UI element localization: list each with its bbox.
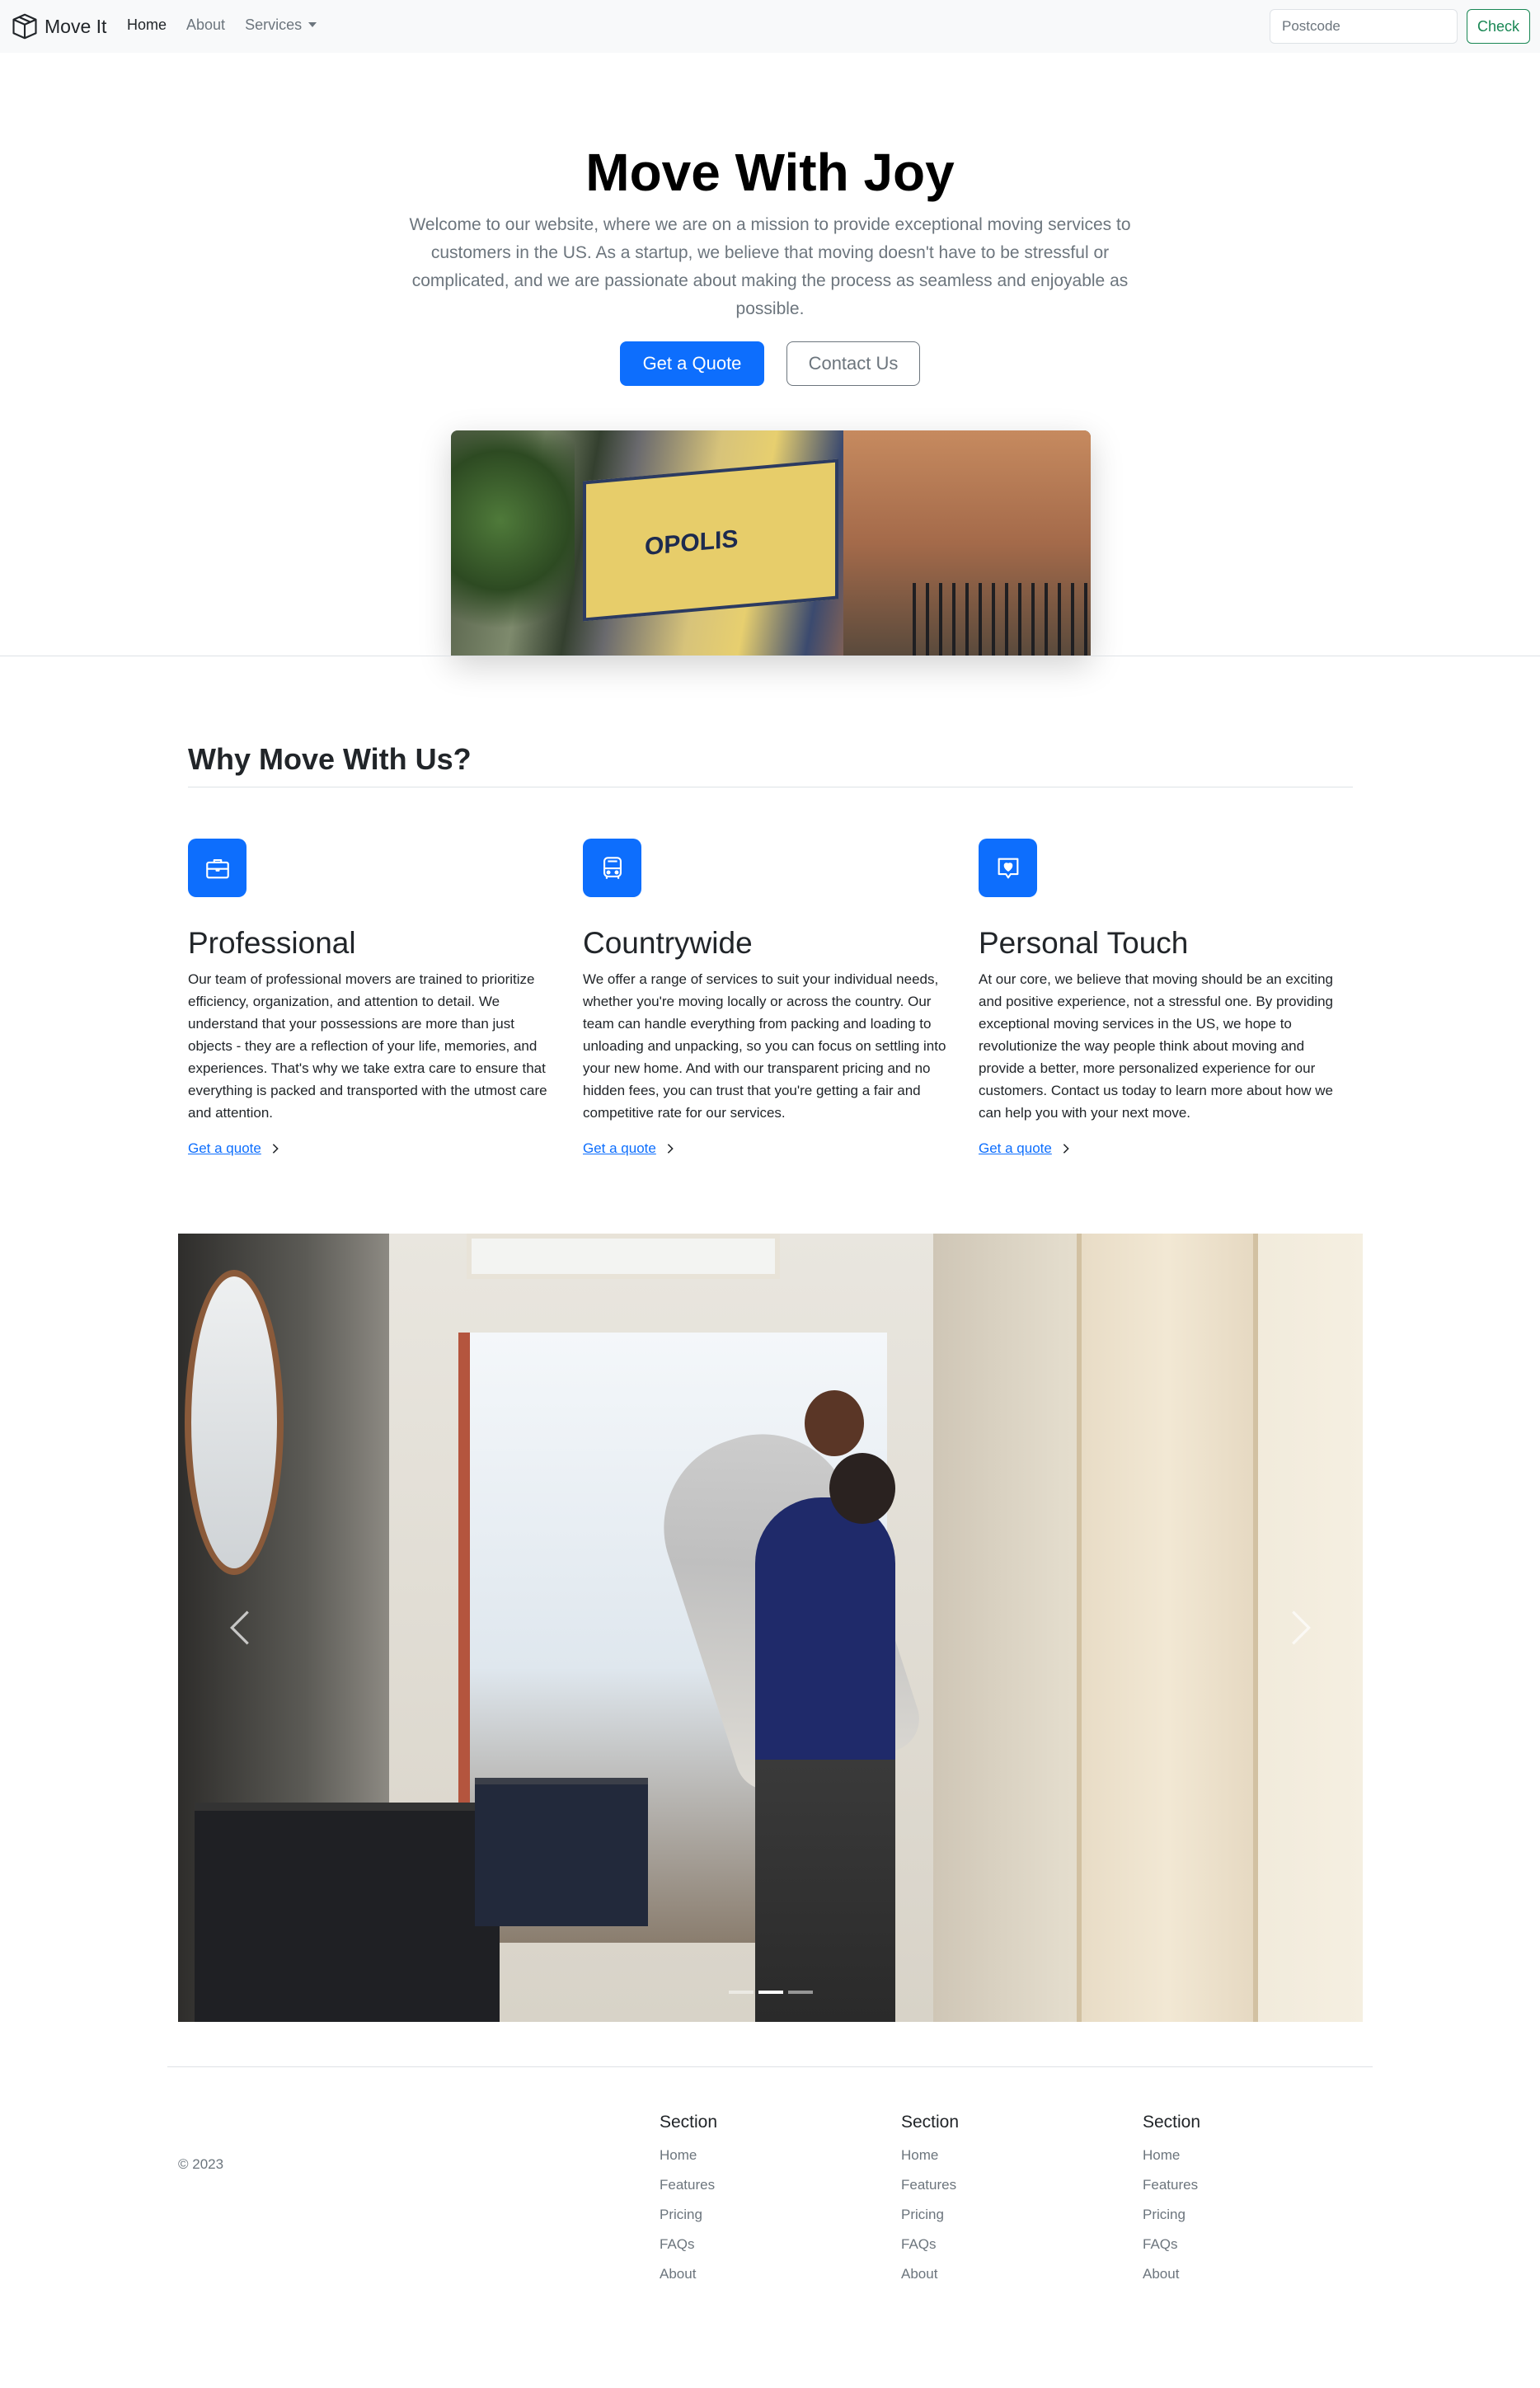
check-button[interactable]: Check [1467,9,1530,44]
feature-text: We offer a range of services to suit you… [583,971,946,1121]
footer-links: Home Features Pricing FAQs About [901,2141,1082,2289]
feature-icon-box [583,839,641,897]
feature-link-label: Get a quote [188,1140,261,1156]
hero-image: OPOLIS [451,430,1091,656]
feature-link[interactable]: Get a quote [583,1140,954,1157]
features-title: Why Move With Us? [188,742,472,776]
navbar: Move It Home About Services Check [0,0,1540,53]
footer-link-home[interactable]: Home [1143,2141,1324,2170]
footer-column-heading: Section [1143,2113,1201,2132]
carousel-indicator[interactable] [758,1991,783,1994]
hero-description: Welcome to our website, where we are on … [409,215,1131,318]
chevron-left-icon [230,1610,249,1645]
feature-link-label: Get a quote [979,1140,1052,1156]
nav-services-dropdown[interactable]: Services [245,16,317,34]
get-quote-button[interactable]: Get a Quote [620,341,764,386]
footer-divider [167,2066,1373,2067]
footer-links: Home Features Pricing FAQs About [1143,2141,1324,2289]
carousel-prev-button[interactable] [178,1234,302,2022]
footer-link-pricing[interactable]: Pricing [660,2200,841,2230]
footer-link-about[interactable]: About [660,2259,841,2289]
footer-link-pricing[interactable]: Pricing [901,2200,1082,2230]
nav-home[interactable]: Home [127,16,167,34]
feature-personal-touch: Personal Touch At our core, we believe t… [979,839,1350,1157]
footer-link-about[interactable]: About [901,2259,1082,2289]
chat-heart-icon [998,858,1018,878]
chevron-right-icon [1063,1144,1069,1154]
chevron-right-icon [667,1144,674,1154]
feature-icon-box [979,839,1037,897]
carousel [178,1234,1363,2022]
footer-link-faqs[interactable]: FAQs [1143,2230,1324,2259]
postcode-input[interactable] [1270,9,1458,44]
feature-countrywide: Countrywide We offer a range of services… [583,839,954,1157]
slide-person-man [755,1497,895,2022]
slide-storage-cart [475,1778,648,1926]
footer-column: Section Home Features Pricing FAQs About [660,2111,841,2289]
footer-links: Home Features Pricing FAQs About [660,2141,841,2289]
carousel-next-button[interactable] [1239,1234,1363,2022]
bus-icon [603,856,622,879]
hero-image-fence [913,583,1091,656]
feature-link[interactable]: Get a quote [979,1140,1350,1157]
brand[interactable]: Move It [10,12,106,41]
footer-link-features[interactable]: Features [660,2170,841,2200]
slide-head-man [829,1453,895,1524]
footer-link-features[interactable]: Features [1143,2170,1324,2200]
footer-column-heading: Section [901,2113,960,2132]
feature-title: Professional [188,926,356,960]
nav-services: Services [245,16,303,33]
feature-link[interactable]: Get a quote [188,1140,559,1157]
footer-link-home[interactable]: Home [660,2141,841,2170]
hero-title: Move With Joy [585,143,955,202]
chevron-right-icon [272,1144,279,1154]
feature-icon-box [188,839,246,897]
briefcase-icon [205,858,229,878]
footer-link-faqs[interactable]: FAQs [660,2230,841,2259]
box-icon [12,13,37,40]
slide-door [1077,1234,1258,2022]
footer-link-about[interactable]: About [1143,2259,1324,2289]
feature-professional: Professional Our team of professional mo… [188,839,559,1157]
footer-column: Section Home Features Pricing FAQs About [1143,2111,1324,2289]
feature-link-label: Get a quote [583,1140,656,1156]
carousel-indicator[interactable] [728,1991,754,1994]
footer-link-faqs[interactable]: FAQs [901,2230,1082,2259]
contact-us-button[interactable]: Contact Us [786,341,920,386]
feature-text: At our core, we believe that moving shou… [979,971,1333,1121]
nav-about[interactable]: About [186,16,225,34]
carousel-indicators [178,1991,1363,1994]
nav-links: Home About Services [127,16,317,34]
hero-image-plants [451,430,575,656]
slide-head-woman [805,1390,864,1456]
footer-link-home[interactable]: Home [901,2141,1082,2170]
feature-title: Personal Touch [979,926,1189,960]
feature-title: Countrywide [583,926,753,960]
footer-column: Section Home Features Pricing FAQs About [901,2111,1082,2289]
footer-link-pricing[interactable]: Pricing [1143,2200,1324,2230]
footer-link-features[interactable]: Features [901,2170,1082,2200]
caret-down-icon [308,22,317,27]
chevron-right-icon [1292,1610,1311,1645]
brand-name: Move It [45,15,107,37]
slide-window [467,1234,780,1279]
carousel-indicator[interactable] [787,1991,813,1994]
footer-column-heading: Section [660,2113,718,2132]
copyright: © 2023 [178,2156,224,2172]
feature-text: Our team of professional movers are trai… [188,971,547,1121]
